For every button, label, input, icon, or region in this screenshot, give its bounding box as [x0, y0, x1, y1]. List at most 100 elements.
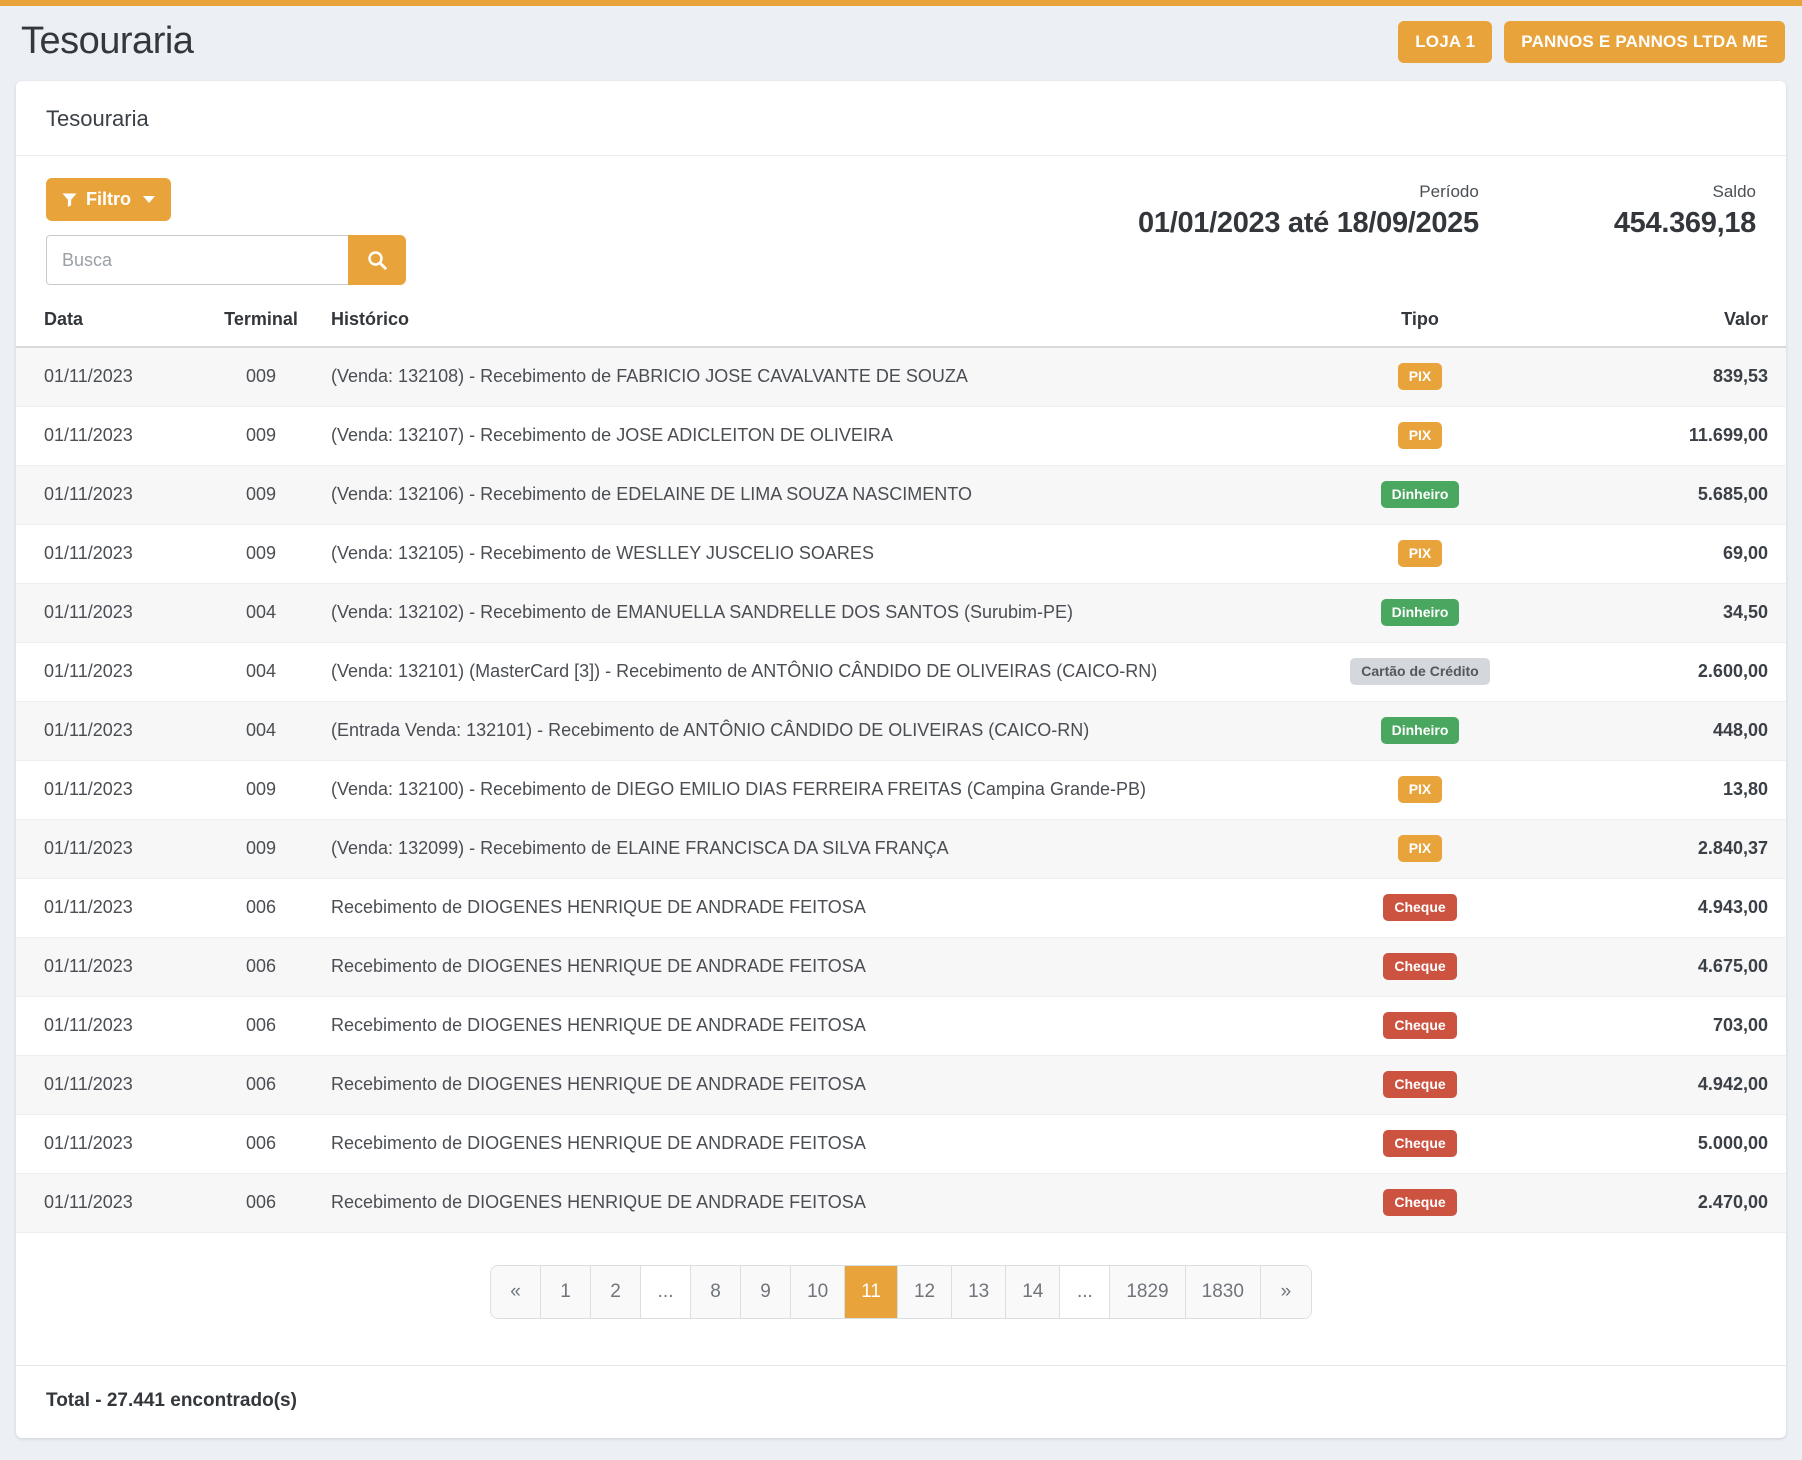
row-historico: (Venda: 132108) - Recebimento de FABRICI… [331, 347, 1260, 406]
card-title: Tesouraria [16, 81, 1786, 156]
row-terminal: 009 [191, 760, 331, 819]
search-group [46, 235, 406, 285]
row-historico: Recebimento de DIOGENES HENRIQUE DE ANDR… [331, 937, 1260, 996]
row-date: 01/11/2023 [16, 642, 191, 701]
page-header: Tesouraria LOJA 1 PANNOS E PANNOS LTDA M… [0, 6, 1802, 81]
row-historico: Recebimento de DIOGENES HENRIQUE DE ANDR… [331, 1055, 1260, 1114]
row-tipo: Cheque [1260, 1173, 1580, 1232]
table-header-row: Data Terminal Histórico Tipo Valor [16, 295, 1786, 347]
row-date: 01/11/2023 [16, 996, 191, 1055]
column-header-valor: Valor [1580, 295, 1786, 347]
tipo-badge: PIX [1398, 540, 1443, 567]
row-historico: (Venda: 132099) - Recebimento de ELAINE … [331, 819, 1260, 878]
page-button-11[interactable]: 11 [845, 1266, 898, 1318]
period-label: Período [1138, 182, 1479, 202]
page-next-button[interactable]: » [1261, 1266, 1311, 1318]
toolbar-left: Filtro [46, 178, 406, 285]
tipo-badge: Dinheiro [1381, 481, 1460, 508]
tipo-badge: Cartão de Crédito [1350, 658, 1489, 685]
filter-button[interactable]: Filtro [46, 178, 171, 221]
table-row: 01/11/2023009(Venda: 132106) - Recebimen… [16, 465, 1786, 524]
row-tipo: PIX [1260, 406, 1580, 465]
page-button-8[interactable]: 8 [691, 1266, 741, 1318]
row-valor: 69,00 [1580, 524, 1786, 583]
store-button[interactable]: LOJA 1 [1398, 21, 1492, 63]
row-historico: (Venda: 132105) - Recebimento de WESLLEY… [331, 524, 1260, 583]
row-valor: 34,50 [1580, 583, 1786, 642]
tipo-badge: Cheque [1383, 1071, 1456, 1098]
row-tipo: Cartão de Crédito [1260, 642, 1580, 701]
table-row: 01/11/2023009(Venda: 132108) - Recebimen… [16, 347, 1786, 406]
tipo-badge: Cheque [1383, 1189, 1456, 1216]
table-row: 01/11/2023009(Venda: 132099) - Recebimen… [16, 819, 1786, 878]
row-terminal: 006 [191, 1173, 331, 1232]
page-ellipsis: ... [641, 1266, 691, 1318]
row-valor: 2.840,37 [1580, 819, 1786, 878]
column-header-tipo: Tipo [1260, 295, 1580, 347]
page-button-1[interactable]: 1 [541, 1266, 591, 1318]
pagination-wrap: «12...891011121314...18291830» [16, 1265, 1786, 1319]
table-row: 01/11/2023006Recebimento de DIOGENES HEN… [16, 937, 1786, 996]
header-buttons: LOJA 1 PANNOS E PANNOS LTDA ME [1398, 21, 1785, 63]
row-valor: 839,53 [1580, 347, 1786, 406]
row-terminal: 004 [191, 583, 331, 642]
search-button[interactable] [348, 235, 406, 285]
row-historico: (Venda: 132106) - Recebimento de EDELAIN… [331, 465, 1260, 524]
row-tipo: PIX [1260, 819, 1580, 878]
table-row: 01/11/2023009(Venda: 132105) - Recebimen… [16, 524, 1786, 583]
tipo-badge: PIX [1398, 835, 1443, 862]
page-button-12[interactable]: 12 [898, 1266, 952, 1318]
search-input[interactable] [46, 235, 348, 285]
row-valor: 4.942,00 [1580, 1055, 1786, 1114]
page-button-1830[interactable]: 1830 [1186, 1266, 1261, 1318]
row-date: 01/11/2023 [16, 406, 191, 465]
row-tipo: PIX [1260, 524, 1580, 583]
row-valor: 5.000,00 [1580, 1114, 1786, 1173]
page-button-2[interactable]: 2 [591, 1266, 641, 1318]
row-date: 01/11/2023 [16, 819, 191, 878]
balance-value: 454.369,18 [1614, 207, 1756, 240]
chevron-down-icon [143, 196, 155, 203]
page-button-13[interactable]: 13 [952, 1266, 1006, 1318]
balance-label: Saldo [1614, 182, 1756, 202]
tipo-badge: Cheque [1383, 894, 1456, 921]
page-prev-button[interactable]: « [491, 1266, 541, 1318]
row-date: 01/11/2023 [16, 1055, 191, 1114]
row-terminal: 006 [191, 1055, 331, 1114]
filter-button-label: Filtro [86, 189, 131, 210]
row-tipo: PIX [1260, 347, 1580, 406]
row-tipo: PIX [1260, 760, 1580, 819]
pagination: «12...891011121314...18291830» [490, 1265, 1312, 1319]
table-row: 01/11/2023006Recebimento de DIOGENES HEN… [16, 1114, 1786, 1173]
row-valor: 5.685,00 [1580, 465, 1786, 524]
row-tipo: Dinheiro [1260, 465, 1580, 524]
row-valor: 4.675,00 [1580, 937, 1786, 996]
column-header-historico: Histórico [331, 295, 1260, 347]
row-valor: 11.699,00 [1580, 406, 1786, 465]
row-date: 01/11/2023 [16, 760, 191, 819]
row-historico: (Venda: 132100) - Recebimento de DIEGO E… [331, 760, 1260, 819]
company-button[interactable]: PANNOS E PANNOS LTDA ME [1504, 21, 1785, 63]
row-tipo: Cheque [1260, 937, 1580, 996]
tipo-badge: Dinheiro [1381, 717, 1460, 744]
row-tipo: Dinheiro [1260, 583, 1580, 642]
row-valor: 13,80 [1580, 760, 1786, 819]
total-summary: Total - 27.441 encontrado(s) [16, 1365, 1786, 1438]
row-date: 01/11/2023 [16, 524, 191, 583]
tipo-badge: Dinheiro [1381, 599, 1460, 626]
row-terminal: 006 [191, 937, 331, 996]
period-stat: Período 01/01/2023 até 18/09/2025 [1138, 182, 1479, 240]
row-historico: (Venda: 132102) - Recebimento de EMANUEL… [331, 583, 1260, 642]
filter-funnel-icon [62, 193, 77, 207]
row-terminal: 009 [191, 819, 331, 878]
row-historico: Recebimento de DIOGENES HENRIQUE DE ANDR… [331, 1173, 1260, 1232]
toolbar: Filtro Período 01/01/2023 até 1 [16, 156, 1786, 285]
row-terminal: 009 [191, 524, 331, 583]
row-terminal: 006 [191, 878, 331, 937]
page-button-10[interactable]: 10 [791, 1266, 845, 1318]
page-button-1829[interactable]: 1829 [1110, 1266, 1185, 1318]
page-button-14[interactable]: 14 [1006, 1266, 1060, 1318]
row-historico: Recebimento de DIOGENES HENRIQUE DE ANDR… [331, 1114, 1260, 1173]
page-button-9[interactable]: 9 [741, 1266, 791, 1318]
row-date: 01/11/2023 [16, 878, 191, 937]
